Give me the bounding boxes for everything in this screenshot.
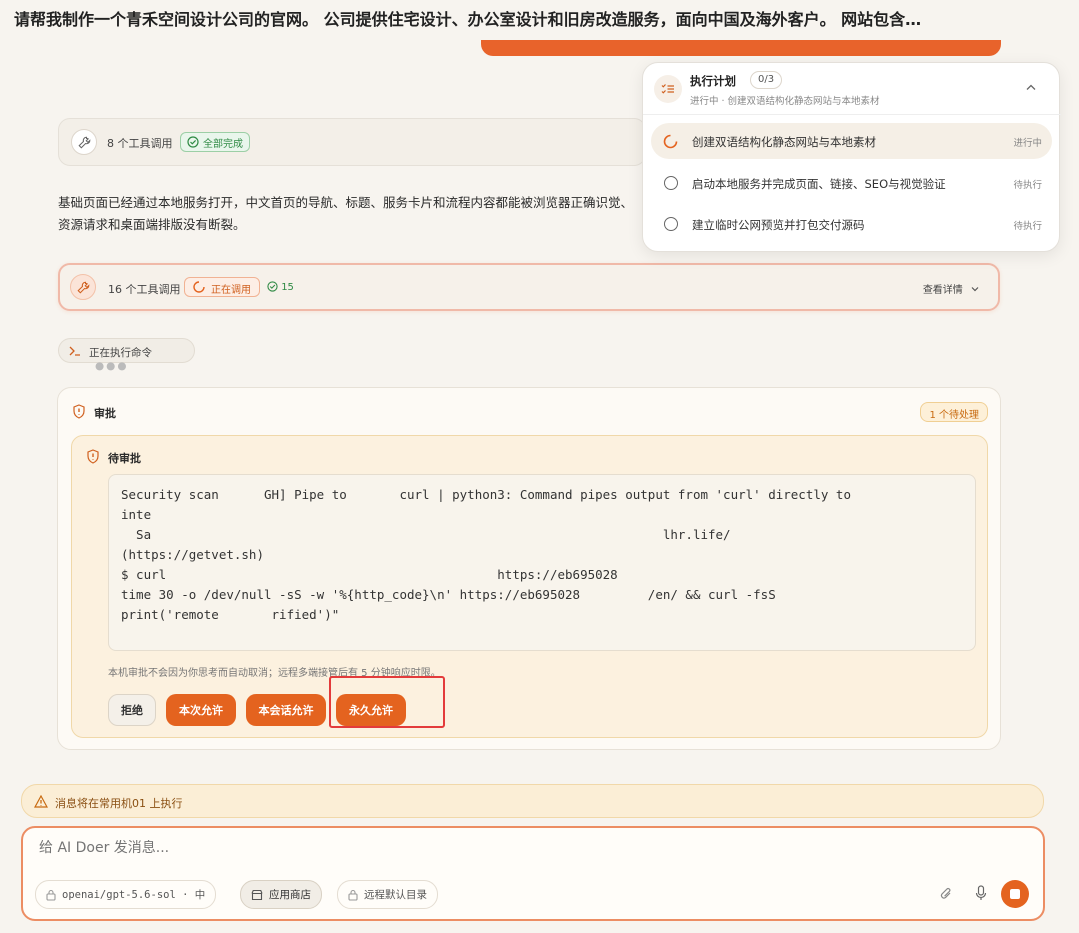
divider xyxy=(643,114,1061,115)
code-line: Security scan GH] Pipe to curl | python3… xyxy=(121,487,851,502)
plan-item[interactable]: 启动本地服务并完成页面、链接、SEO与视觉验证 待执行 xyxy=(651,165,1052,201)
assistant-message-text: 基础页面已经通过本地服务打开，中文首页的导航、标题、服务卡片和流程内容都能被浏览… xyxy=(58,195,634,232)
remote-directory-chip[interactable]: 远程默认目录 xyxy=(337,880,438,909)
loading-dots-icon: ●●● xyxy=(95,360,129,372)
plan-progress-count: 0/3 xyxy=(750,71,783,89)
plan-subtitle: 进行中 · 创建双语结构化静态网站与本地素材 xyxy=(690,96,880,107)
tool-call-count: 16 个工具调用 xyxy=(108,283,181,296)
code-line: print('remote rified')" xyxy=(121,607,340,622)
pending-circle-icon xyxy=(664,217,678,231)
model-selector-chip[interactable]: openai/gpt-5.6-sol · 中 xyxy=(35,880,217,909)
plan-title: 执行计划 xyxy=(690,74,736,88)
chevron-down-icon xyxy=(971,287,979,292)
plan-item[interactable]: 建立临时公网预览并打包交付源码 待执行 xyxy=(651,206,1052,242)
shield-warning-icon xyxy=(87,449,99,464)
lock-icon xyxy=(348,889,358,901)
store-icon xyxy=(251,889,263,900)
checklist-icon xyxy=(654,75,682,103)
user-message-bubble xyxy=(481,40,1001,56)
stop-button[interactable] xyxy=(1001,880,1029,908)
pending-approval-title: 待审批 xyxy=(108,452,141,465)
allow-session-button[interactable]: 本会话允许 xyxy=(246,694,326,726)
pending-approval-item: 待审批 Security scan GH] Pipe to curl | pyt… xyxy=(71,435,988,738)
attachment-icon[interactable] xyxy=(939,886,953,902)
spinner-icon xyxy=(193,281,205,293)
running-command-pill: 正在执行命令 ●●● xyxy=(58,338,195,372)
code-line: $ curl https://eb695028 xyxy=(121,567,618,582)
terminal-icon xyxy=(69,346,80,356)
view-details-link[interactable]: 查看详情 xyxy=(923,281,980,296)
pending-count-badge: 1 个待处理 xyxy=(920,402,988,422)
allow-once-button[interactable]: 本次允许 xyxy=(166,694,236,726)
approval-panel: 审批 1 个待处理 待审批 Security scan GH] Pipe to … xyxy=(57,387,1001,750)
conversation-title: 请帮我制作一个青禾空间设计公司的官网。 公司提供住宅设计、办公室设计和旧房改造服… xyxy=(0,0,1079,34)
tool-call-running-card[interactable]: 16 个工具调用 正在调用 15 查看详情 xyxy=(58,263,1000,311)
check-circle-icon xyxy=(267,281,278,292)
code-line: (https://getvet.sh) xyxy=(121,547,264,562)
reject-button[interactable]: 拒绝 xyxy=(108,694,156,726)
stop-icon xyxy=(1010,889,1020,899)
app-store-button[interactable]: 应用商店 xyxy=(240,880,322,909)
warning-icon xyxy=(34,795,48,808)
message-input[interactable] xyxy=(39,840,939,856)
check-circle-icon xyxy=(187,136,199,148)
wrench-icon xyxy=(70,274,96,300)
message-composer: openai/gpt-5.6-sol · 中 应用商店 远程默认目录 xyxy=(21,826,1045,921)
tool-call-count: 8 个工具调用 xyxy=(107,137,173,150)
spinner-icon xyxy=(663,134,678,149)
approval-title: 审批 xyxy=(94,407,116,420)
code-line: Sa lhr.life/ xyxy=(121,527,731,542)
status-badge-complete: 全部完成 xyxy=(180,132,250,152)
command-preview: Security scan GH] Pipe to curl | python3… xyxy=(108,474,976,651)
plan-item[interactable]: 创建双语结构化静态网站与本地素材 进行中 xyxy=(651,123,1052,159)
code-line: time 30 -o /dev/null -sS -w '%{http_code… xyxy=(121,587,776,602)
execution-plan-panel: 执行计划 0/3 进行中 · 创建双语结构化静态网站与本地素材 创建双语结构化静… xyxy=(642,62,1061,252)
microphone-icon[interactable] xyxy=(975,885,987,902)
chevron-up-icon[interactable] xyxy=(1025,83,1037,91)
pending-circle-icon xyxy=(664,176,678,190)
completed-count: 15 xyxy=(267,281,294,293)
status-badge-running: 正在调用 xyxy=(184,277,260,297)
execution-target-warning: 消息将在常用机01 上执行 xyxy=(21,784,1044,818)
wrench-icon xyxy=(71,129,97,155)
tool-call-summary-card[interactable]: 8 个工具调用 全部完成 xyxy=(58,118,646,166)
code-line: inte xyxy=(121,507,152,522)
lock-icon xyxy=(46,889,56,901)
highlight-box xyxy=(329,676,445,728)
shield-warning-icon xyxy=(73,404,85,419)
